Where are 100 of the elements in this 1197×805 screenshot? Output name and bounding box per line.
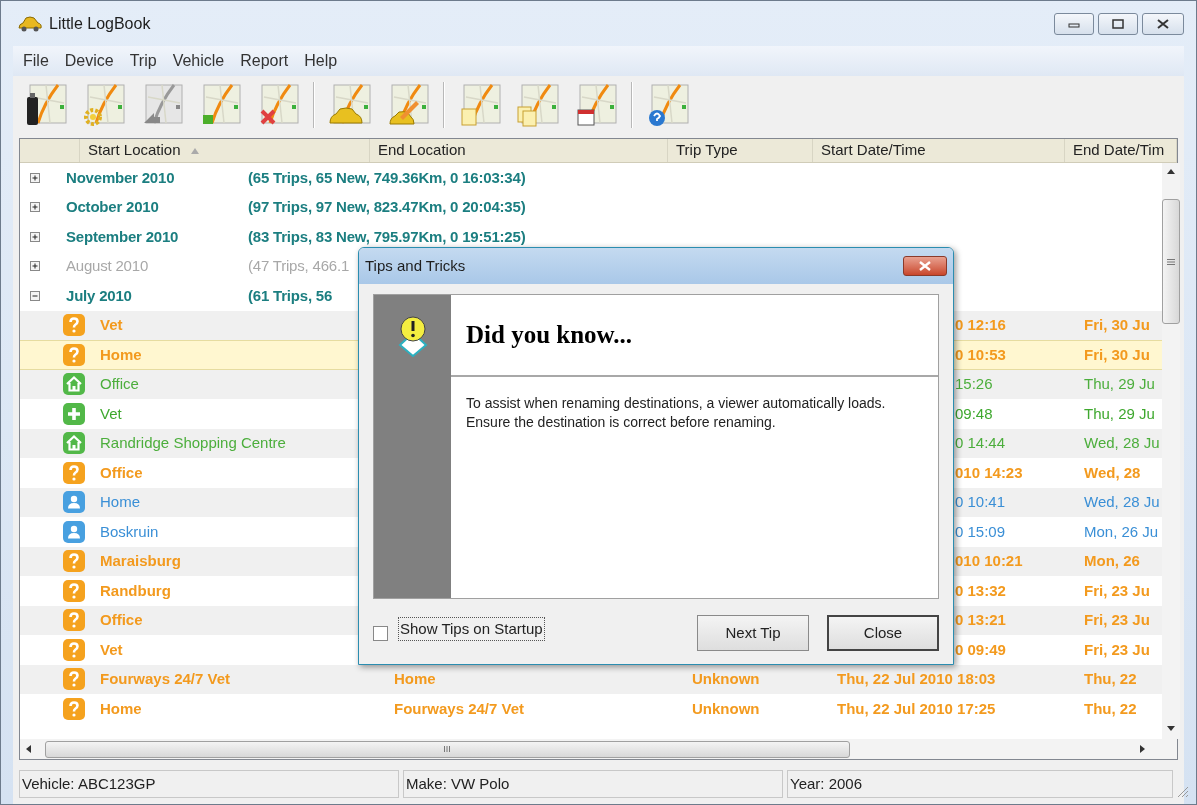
car-icon (17, 15, 43, 32)
minimize-button[interactable] (1054, 12, 1094, 35)
table-cell: Fri, 30 Ju (1084, 345, 1150, 363)
close-button[interactable] (1142, 12, 1184, 35)
expand-icon[interactable] (30, 231, 40, 242)
table-cell: Thu, 29 Ju (1084, 375, 1155, 392)
table-cell-text: 0 13:32 (955, 580, 1006, 601)
horizontal-scrollbar[interactable] (20, 739, 1177, 759)
table-cell-text: 15:26 (955, 374, 993, 394)
question-mark-icon (62, 608, 86, 633)
column-header[interactable]: Start Location (80, 139, 370, 162)
map-car-pencil-icon (386, 83, 430, 127)
collapse-icon[interactable] (30, 290, 40, 301)
table-cell-text: Boskruin (100, 521, 159, 542)
table-cell: Wed, 28 Ju (1084, 493, 1160, 510)
window-title: Little LogBook (49, 13, 151, 34)
maximize-icon (1112, 18, 1124, 29)
column-header[interactable]: End Date/Tim (1065, 139, 1177, 162)
group-label[interactable]: October 2010 (66, 196, 248, 219)
table-cell-text: 0 15:09 (955, 521, 1006, 542)
tip-text: To assist when renaming destinations, a viewer automatically loads. Ensure the destination is correct before renaming. (465, 394, 887, 432)
expand-icon[interactable] (30, 202, 40, 213)
table-cell-text: 0 14:44 (955, 433, 1006, 453)
map-gear-icon (82, 83, 126, 127)
close-button[interactable] (903, 256, 947, 276)
group-summary: (83 Trips, 83 New, 795.97Km, 0 19:51:25) (248, 226, 526, 247)
table-cell: Thu, 22 (1084, 670, 1137, 687)
question-mark-icon (62, 342, 86, 367)
table-cell: Thu, 29 Ju (1084, 404, 1155, 422)
map-help-icon (646, 83, 690, 127)
table-cell: Mon, 26 Ju (1084, 522, 1159, 540)
table-cell-text: Home (100, 344, 142, 365)
menu-item[interactable]: Vehicle (166, 49, 231, 73)
maximize-button[interactable] (1098, 12, 1138, 35)
question-mark-icon (62, 667, 86, 692)
group-label[interactable]: July 2010 (66, 284, 248, 307)
table-cell-text: Home (100, 698, 142, 719)
resize-grip-icon[interactable] (1177, 786, 1189, 798)
group-label[interactable]: November 2010 (66, 166, 248, 189)
expand-icon[interactable] (30, 172, 40, 183)
checkbox-label[interactable]: Show Tips on Startup (398, 616, 545, 642)
table-cell-text: Thu, 22 Jul 2010 18:03 (837, 669, 996, 689)
table-cell-text: 0 10:53 (955, 344, 1006, 365)
map-usb-drive-icon (24, 83, 68, 127)
scrollbar-thumb[interactable] (1162, 199, 1180, 324)
column-header[interactable]: Start Date/Time (813, 139, 1065, 162)
column-header[interactable]: Trip Type (668, 139, 813, 162)
group-summary: (61 Trips, 56 (248, 285, 333, 306)
table-cell-text: Fourways 24/7 Vet (100, 669, 231, 689)
table-cell-text: Office (100, 374, 139, 394)
table-cell: Wed, 28 Ju (1084, 434, 1160, 451)
table-cell-text: Office (100, 610, 143, 630)
scroll-left-icon (26, 745, 31, 753)
table-cell-text: Randridge Shopping Centre (100, 433, 286, 453)
close-icon (919, 261, 931, 271)
table-cell-text: 09:48 (955, 403, 993, 424)
menu-item[interactable]: Device (58, 49, 120, 73)
group-summary: (47 Trips, 466.1 (248, 256, 350, 276)
status-field: Make: VW Polo (403, 770, 783, 798)
dialog-button[interactable]: Close (827, 615, 939, 651)
menu-item[interactable]: Trip (123, 49, 163, 73)
house-icon (62, 372, 86, 397)
table-cell: Fri, 23 Ju (1084, 640, 1150, 658)
dialog-heading: Did you know... (466, 320, 633, 351)
map-calendar-icon (574, 83, 618, 127)
menu-item[interactable]: File (17, 49, 55, 73)
group-summary: (97 Trips, 97 New, 823.47Km, 0 20:04:35) (248, 197, 526, 217)
dialog-title: Tips and Tricks (365, 255, 466, 276)
table-cell-text: Office (100, 462, 143, 483)
table-cell-text: Home (100, 492, 140, 512)
table-cell-text: Vet (100, 639, 123, 660)
table-cell-text: 0 13:21 (955, 610, 1006, 630)
map-car-icon (328, 83, 372, 127)
table-cell: Unknown (692, 699, 760, 717)
table-cell: Fri, 23 Ju (1084, 611, 1150, 628)
status-field: Vehicle: ABC123GP (19, 770, 399, 798)
column-header[interactable]: End Location (370, 139, 668, 162)
table-cell-text: Vet (100, 315, 123, 335)
map-documents-icon (516, 83, 560, 127)
checkbox[interactable] (373, 625, 388, 641)
table-cell-text: Maraisburg (100, 551, 181, 571)
table-cell: Home (394, 670, 436, 687)
table-cell: Unknown (692, 670, 760, 687)
table-cell-text: Thu, 22 Jul 2010 17:25 (837, 698, 996, 719)
menu-item[interactable]: Report (234, 49, 295, 73)
table-cell: Fri, 23 Ju (1084, 581, 1150, 599)
scroll-up-icon (1167, 169, 1175, 174)
table-cell-text: Vet (100, 403, 122, 424)
menu-item[interactable]: Help (298, 49, 344, 73)
dialog-button[interactable]: Next Tip (697, 615, 809, 651)
table-cell: Wed, 28 (1084, 463, 1141, 481)
scrollbar-thumb[interactable] (45, 740, 850, 758)
map-document-icon (458, 83, 502, 127)
group-summary: (65 Trips, 65 New, 749.36Km, 0 16:03:34) (248, 167, 526, 188)
grip-icon (1167, 258, 1175, 265)
table-cell: Fri, 30 Ju (1084, 316, 1150, 333)
table-cell-text: 010 10:21 (955, 551, 1023, 571)
group-label[interactable]: September 2010 (66, 225, 248, 248)
table-cell: Fourways 24/7 Vet (394, 699, 525, 717)
person-icon (62, 490, 86, 515)
